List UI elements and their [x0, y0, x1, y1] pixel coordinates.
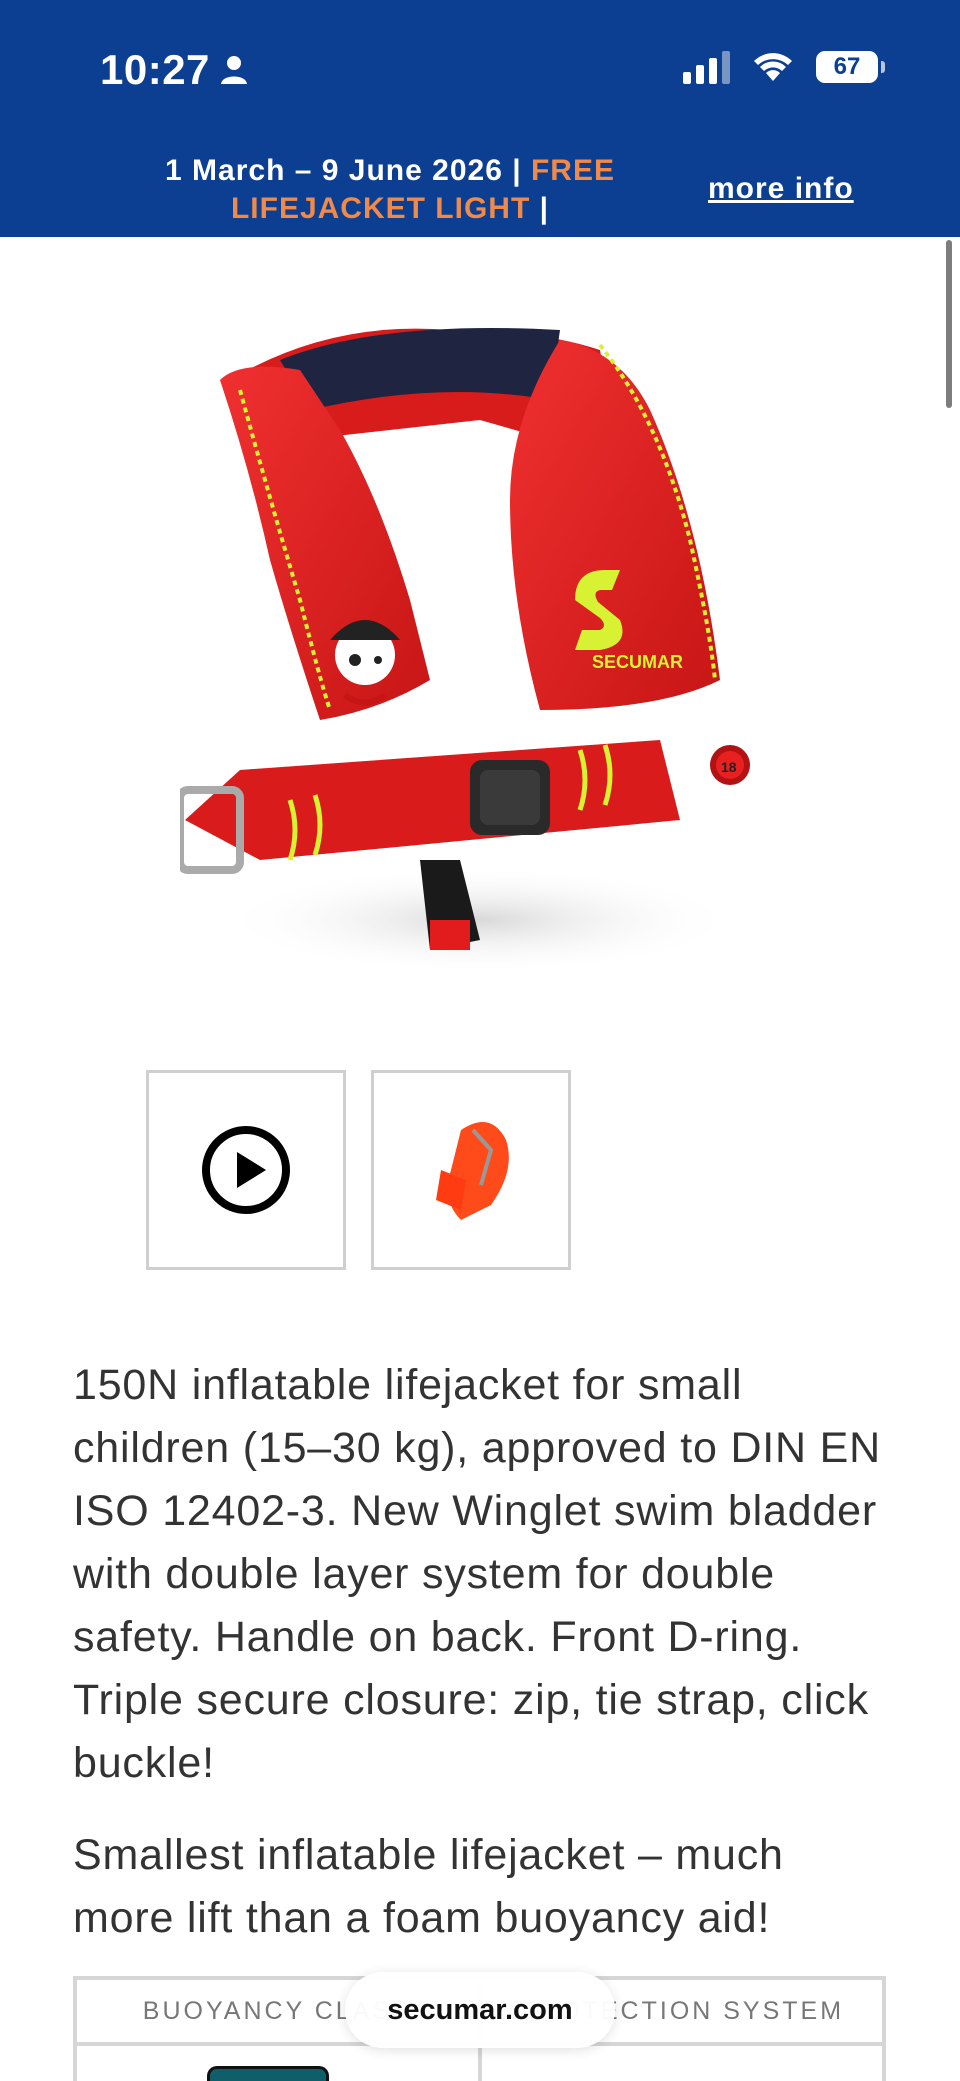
- battery-level: 67: [833, 53, 861, 80]
- lifejacket-thumbnail: [436, 1122, 509, 1220]
- spec-value-buoyancy: [77, 2046, 478, 2081]
- product-description: 150N inflatable lifejacket for small chi…: [73, 1361, 881, 1787]
- spec-value-row: [77, 2046, 882, 2081]
- promo-separator: |: [539, 192, 550, 225]
- product-tagline: Smallest inflatable lifejacket – much mo…: [73, 1831, 784, 1942]
- person-icon: [220, 56, 247, 84]
- scrollbar[interactable]: [946, 240, 952, 408]
- lifejacket-product-image[interactable]: SECUMAR 18: [180, 300, 780, 1000]
- promo-text: 1 March – 9 June 2026 | FREE LIFEJACKET …: [110, 152, 670, 228]
- more-info-link[interactable]: more info: [708, 172, 854, 206]
- clock-text: 10:27: [100, 46, 210, 93]
- spec-value-protection: [477, 2046, 883, 2081]
- battery-icon: 67: [816, 51, 885, 83]
- promo-dates: 1 March – 9 June 2026 |: [165, 154, 522, 187]
- image-thumbnail[interactable]: [371, 1070, 571, 1270]
- gauge-badge-number: 18: [721, 759, 737, 775]
- status-icons: 67: [683, 50, 885, 84]
- promo-header: 10:27 67 1 March – 9 June 2026 | FREE LI…: [0, 0, 960, 237]
- status-time: 10:27: [100, 46, 248, 94]
- buoyancy-class-badge: [207, 2066, 329, 2081]
- wifi-icon: [754, 53, 792, 81]
- browser-url-bar[interactable]: secumar.com: [345, 1972, 615, 2048]
- cellular-signal-icon: [683, 50, 730, 84]
- video-thumbnail[interactable]: [146, 1070, 346, 1270]
- brand-logo-text: SECUMAR: [592, 652, 683, 672]
- play-circle-icon: [202, 1126, 290, 1214]
- url-text: secumar.com: [387, 1993, 573, 2026]
